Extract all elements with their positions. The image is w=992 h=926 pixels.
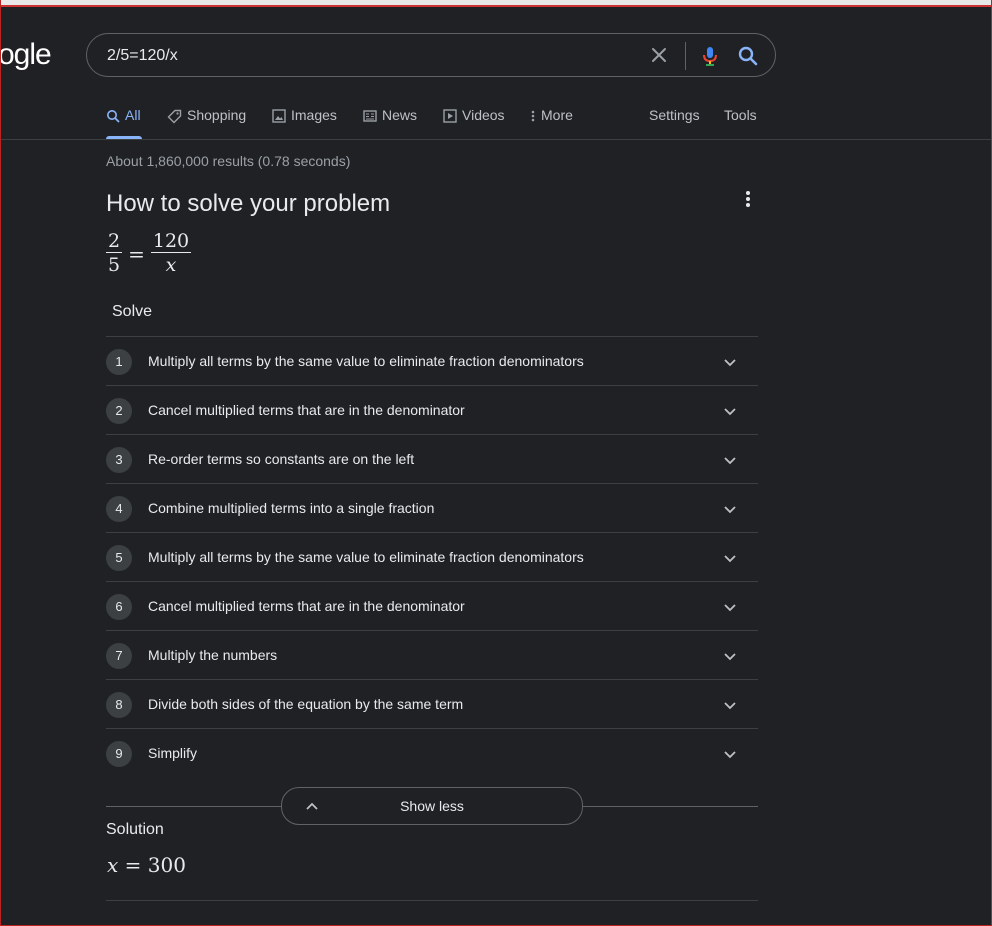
- step-row[interactable]: 9 Simplify: [106, 728, 758, 777]
- chevron-down-icon[interactable]: [722, 550, 738, 566]
- step-row[interactable]: 6 Cancel multiplied terms that are in th…: [106, 581, 758, 630]
- show-less-row: Show less: [106, 787, 758, 825]
- tab-label: Videos: [462, 107, 505, 123]
- tag-icon: [167, 109, 182, 124]
- rhs-numerator: 120: [150, 230, 192, 253]
- step-text: Simplify: [148, 745, 198, 761]
- image-icon: [272, 109, 286, 123]
- equals-sign: =: [128, 241, 145, 266]
- tab-label: All: [125, 107, 141, 123]
- solution-value: 300: [147, 853, 186, 877]
- tab-all[interactable]: All: [106, 107, 142, 139]
- tab-label: More: [541, 107, 573, 123]
- search-icon: [107, 110, 120, 123]
- chevron-down-icon[interactable]: [722, 746, 738, 762]
- chevron-down-icon[interactable]: [722, 648, 738, 664]
- step-text: Multiply all terms by the same value to …: [148, 549, 584, 565]
- tools-label: Tools: [724, 107, 757, 123]
- step-text: Multiply all terms by the same value to …: [148, 353, 584, 369]
- panel-bottom-divider: [106, 900, 758, 901]
- step-row[interactable]: 5 Multiply all terms by the same value t…: [106, 532, 758, 581]
- step-number: 5: [106, 545, 132, 571]
- tabs-divider: [0, 139, 992, 140]
- solution-equation: x = 300: [107, 853, 186, 877]
- step-row[interactable]: 1 Multiply all terms by the same value t…: [106, 336, 758, 385]
- step-number: 9: [106, 741, 132, 767]
- close-icon[interactable]: [649, 45, 669, 65]
- tab-label: News: [382, 107, 418, 123]
- step-text: Divide both sides of the equation by the…: [148, 696, 464, 712]
- problem-equation: 2 5 = 120 x: [106, 230, 192, 277]
- step-row[interactable]: 7 Multiply the numbers: [106, 630, 758, 679]
- show-less-button[interactable]: Show less: [281, 787, 583, 825]
- settings-label: Settings: [649, 107, 700, 123]
- chevron-down-icon[interactable]: [722, 501, 738, 517]
- step-text: Cancel multiplied terms that are in the …: [148, 598, 465, 614]
- search-icon[interactable]: [737, 45, 759, 67]
- search-input[interactable]: 2/5=120/x: [107, 47, 178, 65]
- step-text: Combine multiplied terms into a single f…: [148, 500, 435, 516]
- chevron-down-icon[interactable]: [722, 452, 738, 468]
- lhs-denominator: 5: [108, 254, 121, 276]
- step-number: 7: [106, 643, 132, 669]
- result-stats: About 1,860,000 results (0.78 seconds): [106, 153, 351, 169]
- step-number: 4: [106, 496, 132, 522]
- settings-link[interactable]: Settings: [649, 107, 700, 139]
- more-options-icon[interactable]: [738, 188, 758, 212]
- solution-equals: =: [124, 853, 142, 877]
- lhs-numerator: 2: [106, 230, 123, 253]
- step-row[interactable]: 2 Cancel multiplied terms that are in th…: [106, 385, 758, 434]
- rhs-fraction: 120 x: [150, 230, 192, 277]
- tab-news[interactable]: News: [363, 107, 417, 139]
- step-row[interactable]: 8 Divide both sides of the equation by t…: [106, 679, 758, 728]
- search-divider: [685, 42, 686, 70]
- step-number: 2: [106, 398, 132, 424]
- step-text: Multiply the numbers: [148, 647, 278, 663]
- tab-videos[interactable]: Videos: [443, 107, 505, 139]
- lhs-fraction: 2 5: [106, 230, 123, 277]
- solution-steps: 1 Multiply all terms by the same value t…: [106, 336, 758, 777]
- solve-heading: Solve: [112, 303, 153, 320]
- step-text: Cancel multiplied terms that are in the …: [148, 402, 465, 418]
- step-number: 6: [106, 594, 132, 620]
- step-row[interactable]: 3 Re-order terms so constants are on the…: [106, 434, 758, 483]
- news-icon: [363, 110, 377, 122]
- tab-images[interactable]: Images: [272, 107, 337, 139]
- play-icon: [443, 109, 457, 123]
- solution-variable: x: [107, 853, 119, 877]
- chevron-down-icon[interactable]: [722, 354, 738, 370]
- step-row[interactable]: 4 Combine multiplied terms into a single…: [106, 483, 758, 532]
- more-vert-icon: [531, 110, 535, 122]
- solution-heading: Solution: [106, 821, 164, 838]
- chevron-down-icon[interactable]: [722, 599, 738, 615]
- google-logo[interactable]: ogle: [0, 38, 52, 72]
- chevron-down-icon[interactable]: [722, 403, 738, 419]
- tab-label: Shopping: [187, 107, 247, 123]
- step-number: 3: [106, 447, 132, 473]
- step-text: Re-order terms so constants are on the l…: [148, 451, 415, 467]
- tab-label: Images: [291, 107, 337, 123]
- rhs-denominator: x: [165, 254, 177, 276]
- step-number: 1: [106, 349, 132, 375]
- step-number: 8: [106, 692, 132, 718]
- tab-shopping[interactable]: Shopping: [167, 107, 246, 139]
- show-less-label: Show less: [400, 798, 464, 814]
- chevron-down-icon[interactable]: [722, 697, 738, 713]
- panel-title: How to solve your problem: [106, 190, 391, 217]
- browser-top-strip: [0, 0, 992, 7]
- tools-link[interactable]: Tools: [724, 107, 757, 139]
- search-box[interactable]: 2/5=120/x: [86, 33, 776, 77]
- microphone-icon[interactable]: [699, 45, 721, 67]
- tab-more[interactable]: More: [530, 107, 573, 139]
